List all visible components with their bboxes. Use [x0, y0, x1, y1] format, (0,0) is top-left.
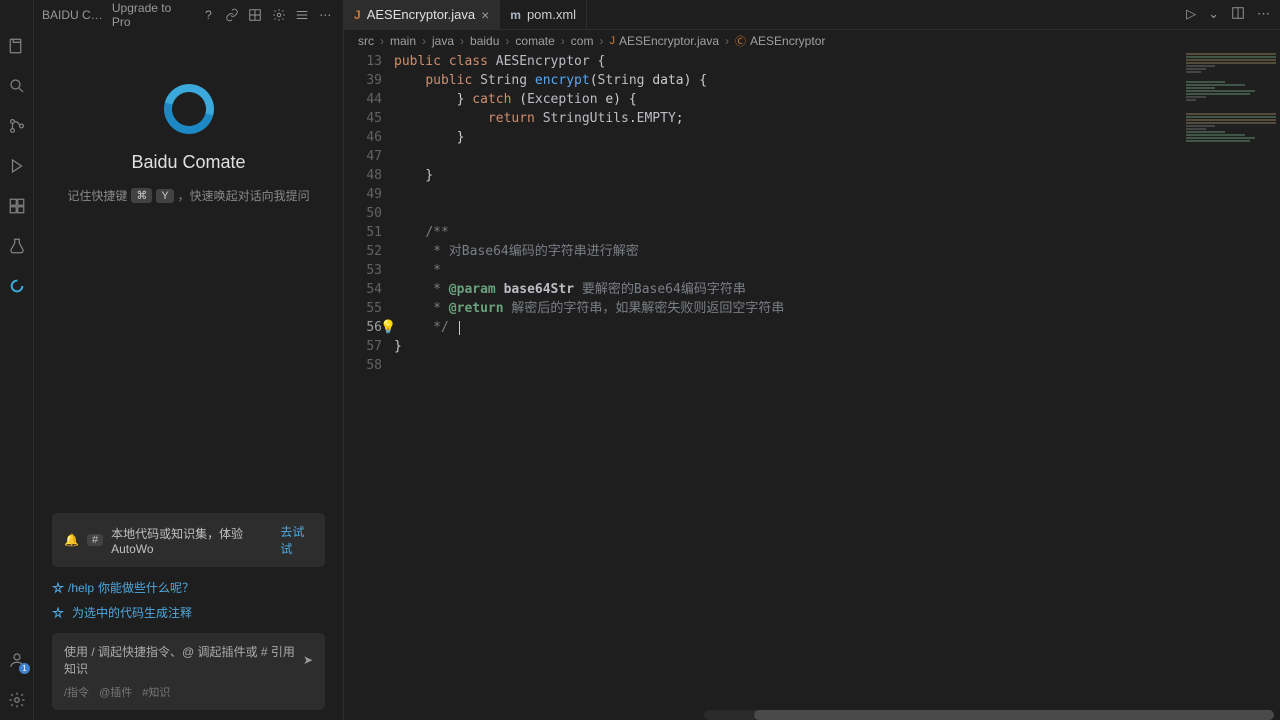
- code-line[interactable]: [394, 185, 1280, 204]
- more-icon[interactable]: ⋯: [316, 5, 335, 25]
- account-icon[interactable]: 1: [0, 640, 34, 680]
- input-hint: @插件: [99, 684, 132, 700]
- kbd-cmd: ⌘: [131, 188, 152, 203]
- tabbar: J AESEncryptor.java × m pom.xml ▷ ⌄ ⋯: [344, 0, 1280, 30]
- code-line[interactable]: [394, 204, 1280, 223]
- code-line[interactable]: }: [394, 337, 1280, 356]
- code-line[interactable]: }: [394, 166, 1280, 185]
- horizontal-scrollbar[interactable]: [704, 710, 1272, 720]
- code-line[interactable]: [394, 356, 1280, 375]
- comate-icon[interactable]: [0, 266, 34, 306]
- chevron-down-icon[interactable]: ⌄: [1208, 6, 1219, 23]
- lightbulb-icon[interactable]: 💡: [380, 318, 396, 337]
- breadcrumb-item[interactable]: baidu: [470, 34, 499, 48]
- comate-sidebar: BAIDU CO... Upgrade to Pro ? ⋯ Baidu Com…: [34, 0, 344, 720]
- comate-hint: 记住快捷键 ⌘ Y ，快速唤起对话向我提问: [67, 187, 309, 204]
- hash-badge: #: [87, 534, 103, 546]
- tab-pom.xml[interactable]: m pom.xml: [500, 0, 587, 30]
- settings-icon[interactable]: [0, 680, 34, 720]
- layout-icon[interactable]: [245, 5, 264, 25]
- breadcrumb-item[interactable]: comate: [515, 34, 554, 48]
- code-line[interactable]: /**: [394, 223, 1280, 242]
- help-icon[interactable]: ?: [199, 5, 218, 25]
- code-line[interactable]: *: [394, 261, 1280, 280]
- code-line[interactable]: * @return 解密后的字符串，如果解密失败则返回空字符串: [394, 299, 1280, 318]
- code-line[interactable]: [394, 147, 1280, 166]
- more-actions-icon[interactable]: ⋯: [1257, 6, 1270, 23]
- code-line[interactable]: public String encrypt(String data) {: [394, 71, 1280, 90]
- breadcrumb-item[interactable]: src: [358, 34, 374, 48]
- breadcrumb-item[interactable]: AESEncryptor: [750, 34, 825, 48]
- tip-box: 🔔 # 本地代码或知识集，体验 AutoWo 去试试: [52, 513, 325, 567]
- comate-product-name: Baidu Comate: [131, 152, 245, 173]
- tab-label: AESEncryptor.java: [367, 7, 475, 22]
- testing-icon[interactable]: [0, 226, 34, 266]
- code-line[interactable]: * 对Base64编码的字符串进行解密: [394, 242, 1280, 261]
- gear-icon[interactable]: [269, 5, 288, 25]
- quick-link[interactable]: 为选中的代码生成注释: [52, 600, 325, 625]
- comate-welcome: Baidu Comate 记住快捷键 ⌘ Y ，快速唤起对话向我提问: [34, 30, 343, 513]
- code-line[interactable]: return StringUtils.EMPTY;: [394, 109, 1280, 128]
- search-icon[interactable]: [0, 66, 34, 106]
- upgrade-link[interactable]: Upgrade to Pro: [112, 1, 191, 29]
- input-hint: #知识: [142, 684, 170, 700]
- kbd-y: Y: [156, 189, 173, 203]
- bell-icon: 🔔: [64, 533, 79, 547]
- explorer-icon[interactable]: [0, 26, 34, 66]
- tip-text: 本地代码或知识集，体验 AutoWo: [111, 525, 272, 556]
- git-icon[interactable]: [0, 106, 34, 146]
- tab-AESEncryptor.java[interactable]: J AESEncryptor.java ×: [344, 0, 500, 30]
- minimap[interactable]: [1182, 52, 1280, 252]
- code-line[interactable]: public class AESEncryptor {: [394, 52, 1280, 71]
- quick-link[interactable]: /help 你能做些什么呢？: [52, 575, 325, 600]
- sidebar-title: BAIDU CO...: [42, 8, 108, 22]
- code-editor[interactable]: 1339444546474849505152535455565758 publi…: [344, 52, 1280, 720]
- tip-link[interactable]: 去试试: [280, 523, 313, 557]
- split-editor-icon[interactable]: [1231, 6, 1245, 23]
- activity-bar: 1: [0, 0, 34, 720]
- code-line[interactable]: 💡 */: [394, 318, 1280, 337]
- breadcrumb-item[interactable]: AESEncryptor.java: [619, 34, 719, 48]
- comate-logo: [154, 75, 222, 143]
- code-line[interactable]: * @param base64Str 要解密的Base64编码字符串: [394, 280, 1280, 299]
- editor-area: J AESEncryptor.java × m pom.xml ▷ ⌄ ⋯ src›ma…: [344, 0, 1280, 720]
- close-icon[interactable]: ×: [481, 7, 489, 23]
- file-type-icon: J: [354, 8, 361, 22]
- breadcrumb-item[interactable]: main: [390, 34, 416, 48]
- sidebar-header: BAIDU CO... Upgrade to Pro ? ⋯: [34, 0, 343, 30]
- run-icon[interactable]: [0, 146, 34, 186]
- code-line[interactable]: }: [394, 128, 1280, 147]
- send-icon[interactable]: ➤: [303, 653, 313, 667]
- code-line[interactable]: } catch (Exception e) {: [394, 90, 1280, 109]
- breadcrumb-item[interactable]: java: [432, 34, 454, 48]
- list-icon[interactable]: [292, 5, 311, 25]
- file-type-icon: m: [510, 8, 521, 22]
- line-gutter: 1339444546474849505152535455565758: [344, 52, 394, 720]
- chat-input[interactable]: 使用 / 调起快捷指令、@ 调起插件或 # 引用知识 ➤ /指令 @插件 #知识: [52, 633, 325, 710]
- tab-label: pom.xml: [527, 7, 576, 22]
- input-hint: /指令: [64, 684, 89, 700]
- extensions-icon[interactable]: [0, 186, 34, 226]
- chat-input-placeholder: 使用 / 调起快捷指令、@ 调起插件或 # 引用知识: [64, 643, 303, 677]
- link-icon[interactable]: [222, 5, 241, 25]
- breadcrumb-item[interactable]: com: [571, 34, 594, 48]
- run-button-icon[interactable]: ▷: [1186, 6, 1196, 23]
- breadcrumb[interactable]: src›main›java›baidu›comate›com›JAESEncry…: [344, 30, 1280, 52]
